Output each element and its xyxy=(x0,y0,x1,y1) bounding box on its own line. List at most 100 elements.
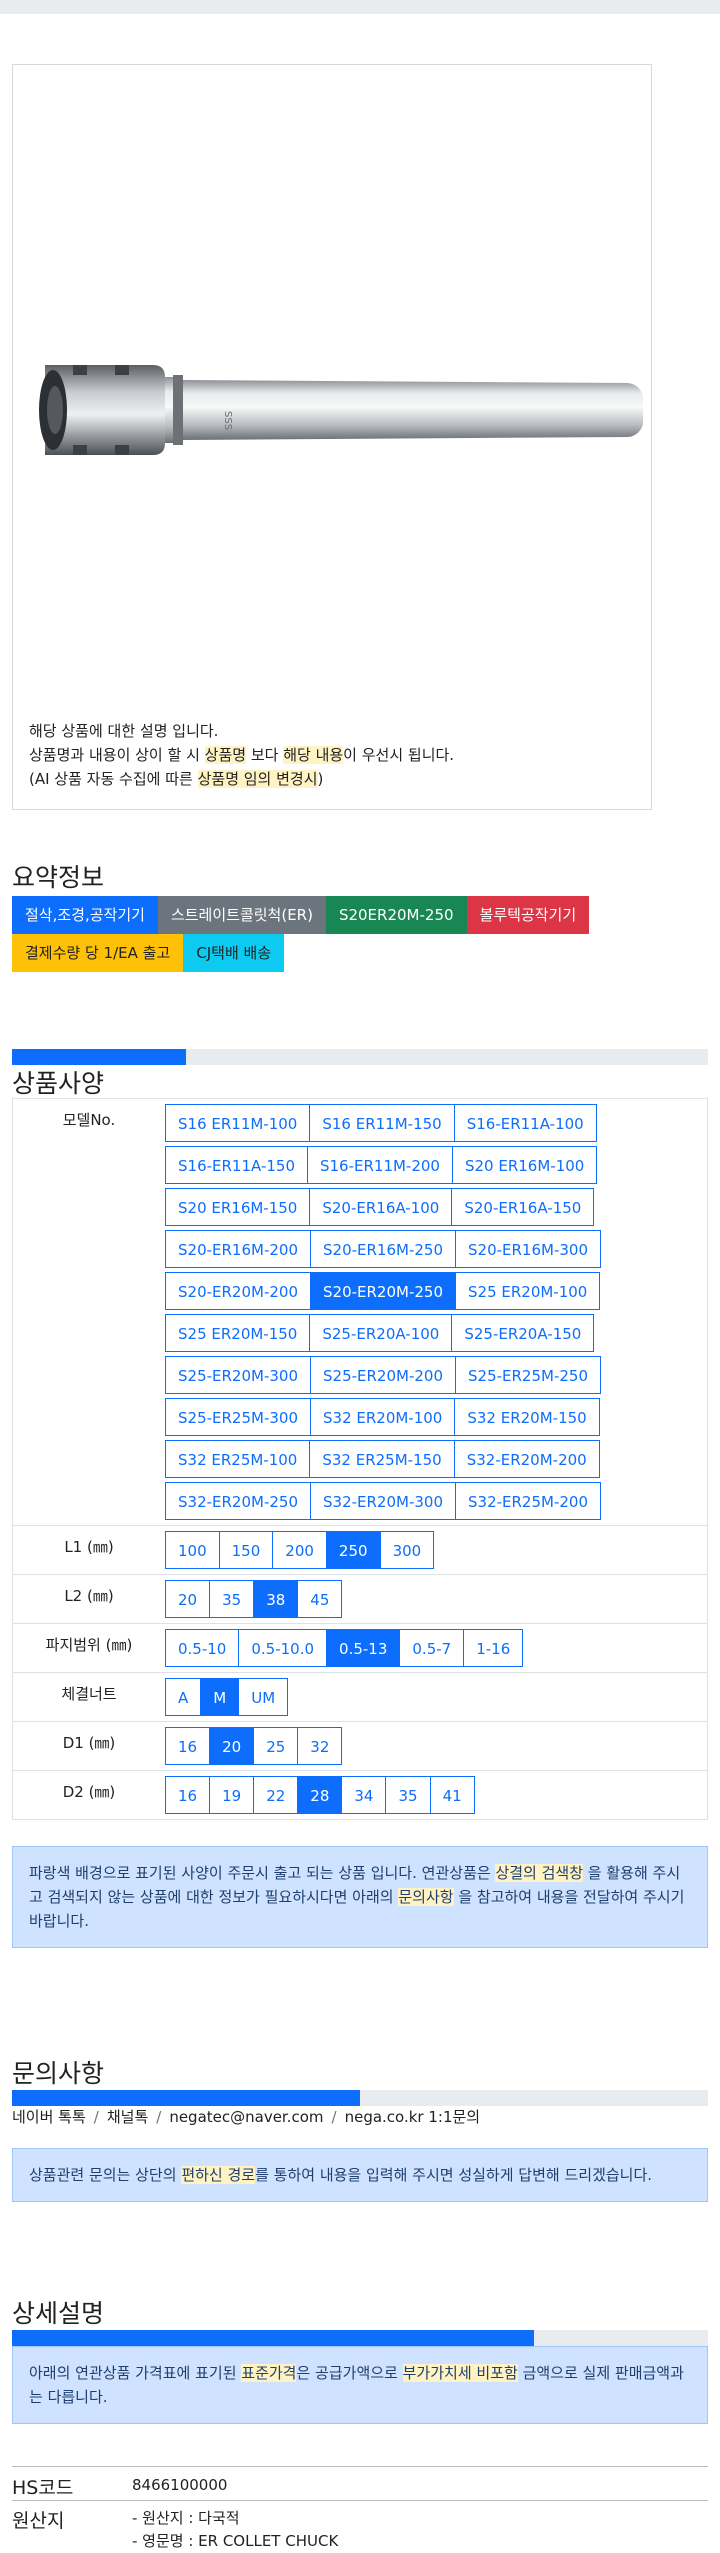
inquiry-notice: 상품관련 문의는 상단의 편하신 경로를 통하여 내용을 입력해 주시면 성실하… xyxy=(12,2148,708,2202)
link-separator: / xyxy=(156,2108,162,2126)
inquiry-title: 문의사항 xyxy=(12,2059,105,2088)
spec-option-button[interactable]: 35 xyxy=(209,1580,255,1618)
spec-option-button[interactable]: 300 xyxy=(379,1531,435,1569)
spec-option-button[interactable]: 20 xyxy=(165,1580,211,1618)
summary-tags: 절삭,조경,공작기기 스트레이트콜릿척(ER) S20ER20M-250 볼루텍공작기… xyxy=(12,896,652,972)
spec-option-button[interactable]: 100 xyxy=(165,1531,220,1569)
spec-option-button[interactable]: S32-ER25M-200 xyxy=(455,1482,601,1520)
spec-progress-bar xyxy=(12,1049,708,1065)
product-description: 해당 상품에 대한 설명 입니다. 상품명과 내용이 상이 할 시 상품명 보다… xyxy=(29,719,454,791)
spec-option-button[interactable]: 150 xyxy=(218,1531,274,1569)
product-image-card: SSS 해당 상품에 대한 설명 입니다. 상품명과 내용이 상이 할 시 상품… xyxy=(12,64,652,810)
spec-option-button[interactable]: A xyxy=(165,1678,202,1716)
spec-option-button[interactable]: S25 ER20M-100 xyxy=(455,1272,601,1310)
summary-tag: 결제수량 당 1/EA 출고 xyxy=(12,934,184,972)
description-line-2: 상품명과 내용이 상이 할 시 상품명 보다 해당 내용이 우선시 됩니다. xyxy=(29,743,454,767)
spec-option-button[interactable]: 1-16 xyxy=(463,1629,524,1667)
spec-option-button[interactable]: S16 ER11M-150 xyxy=(309,1104,455,1142)
text-run: 상품명과 내용이 상이 할 시 xyxy=(29,746,205,764)
inquiry-link[interactable]: nega.co.kr 1:1문의 xyxy=(345,2108,481,2126)
inquiry-progress-bar xyxy=(12,2090,708,2106)
spec-option-button[interactable]: 25 xyxy=(253,1727,299,1765)
spec-option-button[interactable]: S20-ER16M-300 xyxy=(455,1230,601,1268)
spec-option-button[interactable]: S16-ER11A-150 xyxy=(165,1146,308,1184)
spec-option-button[interactable]: S20-ER16A-150 xyxy=(451,1188,595,1226)
origin-row: 원산지 - 원산지 : 다국적 - 영문명 : ER COLLET CHUCK xyxy=(12,2500,708,2551)
spec-option-button[interactable]: S20-ER20M-250 xyxy=(310,1272,456,1310)
detail-title: 상세설명 xyxy=(12,2299,105,2328)
spec-option-button[interactable]: S16-ER11M-200 xyxy=(306,1146,453,1184)
spec-option-button[interactable]: S32-ER20M-250 xyxy=(165,1482,311,1520)
spec-row: 파지범위 (㎜) 0.5-10 0.5-10.0 0.5-13 0.5-7 1-16 xyxy=(13,1623,707,1672)
spec-option-button[interactable]: S16-ER11A-100 xyxy=(453,1104,597,1142)
spec-option-button[interactable]: UM xyxy=(238,1678,289,1716)
spec-row-label: D1 (㎜) xyxy=(62,1734,116,1752)
spec-option-button[interactable]: S25-ER20M-300 xyxy=(165,1356,311,1394)
spec-option-button[interactable]: S25-ER20A-100 xyxy=(309,1314,453,1352)
spec-option-button[interactable]: 45 xyxy=(297,1580,343,1618)
spec-option-button[interactable]: S25-ER25M-300 xyxy=(165,1398,311,1436)
spec-option-button[interactable]: S25 ER20M-150 xyxy=(165,1314,311,1352)
spec-title: 상품사양 xyxy=(12,1069,105,1098)
spec-option-button[interactable]: 34 xyxy=(341,1776,387,1814)
spec-notice: 파랑색 배경으로 표기된 사양이 주문시 출고 되는 상품 입니다. 연관상품은… xyxy=(12,1846,708,1948)
spec-row: D1 (㎜) 16 20 25 32 xyxy=(13,1721,707,1770)
inquiry-link[interactable]: 채널톡 xyxy=(107,2108,148,2126)
spec-row-label: D2 (㎜) xyxy=(62,1783,116,1801)
spec-option-button[interactable]: S32-ER20M-200 xyxy=(453,1440,600,1478)
spec-option-button[interactable]: S20-ER16M-250 xyxy=(310,1230,456,1268)
spec-option-button[interactable]: S20 ER16M-150 xyxy=(165,1188,311,1226)
description-line-1: 해당 상품에 대한 설명 입니다. xyxy=(29,722,219,740)
spec-option-button[interactable]: 28 xyxy=(297,1776,343,1814)
origin-values: - 원산지 : 다국적 - 영문명 : ER COLLET CHUCK xyxy=(132,2507,338,2553)
spec-option-button[interactable]: 0.5-10 xyxy=(165,1629,240,1667)
inquiry-link[interactable]: negatec@naver.com xyxy=(169,2108,323,2126)
spec-option-button[interactable]: S32 ER25M-100 xyxy=(165,1440,311,1478)
spec-option-button[interactable]: 22 xyxy=(253,1776,299,1814)
highlight-text: 상품명 xyxy=(204,746,247,764)
spec-option-button[interactable]: S20-ER16A-100 xyxy=(309,1188,453,1226)
spec-option-button[interactable]: 41 xyxy=(429,1776,475,1814)
highlight-text: 해당 내용 xyxy=(283,746,344,764)
summary-tag: 볼루텍공작기기 xyxy=(466,896,590,934)
text-run: 아래의 연관상품 가격표에 표기된 xyxy=(29,2364,242,2382)
description-line-3: (AI 상품 자동 수집에 따른 상품명 임의 변경시) xyxy=(29,767,454,791)
spec-option-button[interactable]: 35 xyxy=(385,1776,431,1814)
spec-option-button[interactable]: S32 ER25M-150 xyxy=(309,1440,455,1478)
summary-title: 요약정보 xyxy=(12,863,105,892)
spec-row-label: 파지범위 (㎜) xyxy=(45,1636,133,1654)
spec-row: L2 (㎜) 20 35 38 45 xyxy=(13,1574,707,1623)
spec-option-button[interactable]: S25-ER25M-250 xyxy=(455,1356,601,1394)
spec-option-button[interactable]: S25-ER20M-200 xyxy=(310,1356,456,1394)
spec-option-button[interactable]: 16 xyxy=(165,1776,211,1814)
spec-option-button[interactable]: 250 xyxy=(325,1531,381,1569)
link-separator: / xyxy=(93,2108,99,2126)
spec-option-button[interactable]: S16 ER11M-100 xyxy=(165,1104,311,1142)
spec-option-button[interactable]: 16 xyxy=(165,1727,211,1765)
hs-code-row: HS코드 8466100000 xyxy=(12,2466,708,2501)
spec-option-button[interactable]: 200 xyxy=(272,1531,327,1569)
spec-option-button[interactable]: 0.5-13 xyxy=(326,1629,401,1667)
spec-option-button[interactable]: 0.5-7 xyxy=(399,1629,465,1667)
spec-option-button[interactable]: M xyxy=(200,1678,240,1716)
spec-option-button[interactable]: 32 xyxy=(297,1727,343,1765)
spec-option-button[interactable]: 38 xyxy=(253,1580,299,1618)
spec-option-button[interactable]: S32 ER20M-100 xyxy=(310,1398,456,1436)
spec-option-button[interactable]: S32 ER20M-150 xyxy=(454,1398,600,1436)
text-run: 파랑색 배경으로 표기된 사양이 주문시 출고 되는 상품 입니다. 연관상품은 xyxy=(29,1864,496,1882)
text-run: 상품관련 문의는 상단의 xyxy=(29,2166,182,2184)
spec-option-button[interactable]: S25-ER20A-150 xyxy=(451,1314,595,1352)
summary-tag: CJ택배 배송 xyxy=(183,934,285,972)
spec-option-button[interactable]: 19 xyxy=(209,1776,255,1814)
highlight-text: 표준가격 xyxy=(241,2364,297,2382)
spec-option-button[interactable]: S20 ER16M-100 xyxy=(451,1146,598,1184)
spec-option-button[interactable]: 20 xyxy=(209,1727,255,1765)
inquiry-link[interactable]: 네이버 톡톡 xyxy=(12,2108,86,2126)
spec-option-button[interactable]: 0.5-10.0 xyxy=(238,1629,328,1667)
spec-option-button[interactable]: S20-ER16M-200 xyxy=(165,1230,311,1268)
spec-option-button[interactable]: S32-ER20M-300 xyxy=(310,1482,456,1520)
spec-option-button[interactable]: S20-ER20M-200 xyxy=(165,1272,311,1310)
text-run: 를 통하여 내용을 입력해 주시면 성실하게 답변해 드리겠습니다. xyxy=(255,2166,653,2184)
spec-row-label: 모델No. xyxy=(62,1111,116,1129)
summary-tag: 절삭,조경,공작기기 xyxy=(12,896,158,934)
